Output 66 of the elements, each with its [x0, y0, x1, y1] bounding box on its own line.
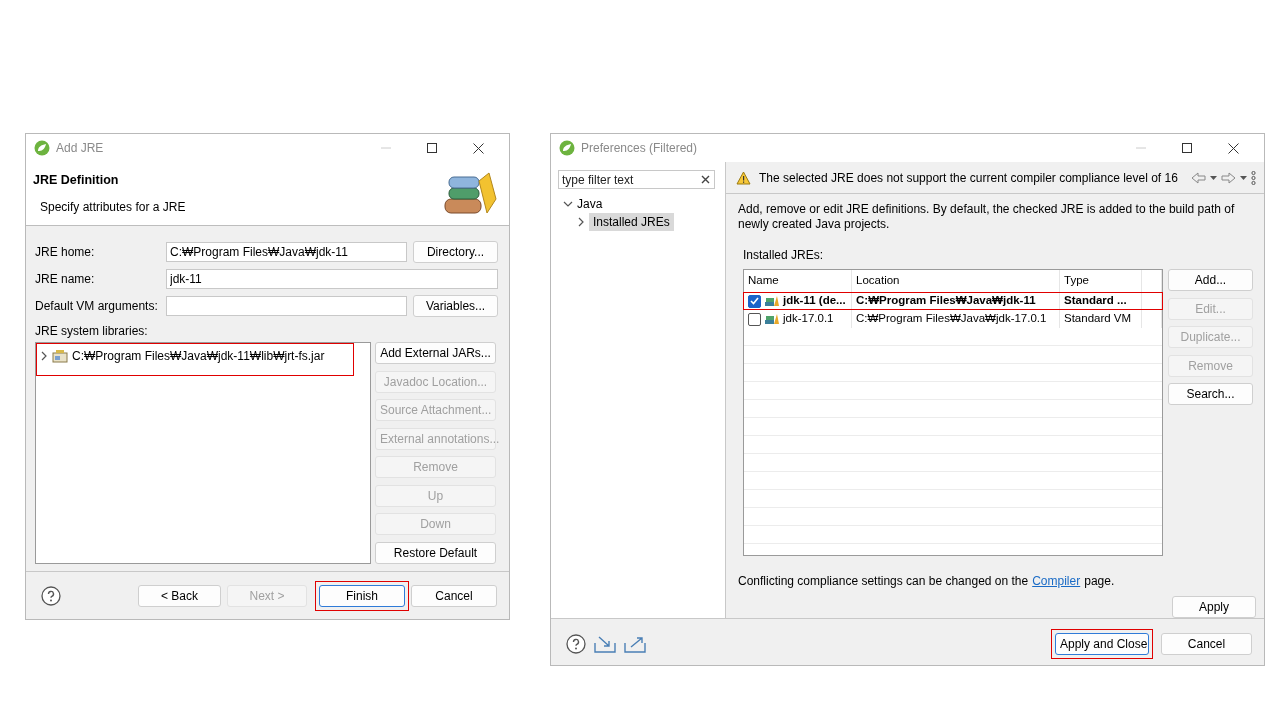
- filter-field[interactable]: type filter text: [558, 170, 715, 189]
- table-cell-text: jdk-17.0.1: [783, 311, 834, 327]
- browse-button[interactable]: Directory...: [413, 240, 498, 263]
- compiler-link[interactable]: Compiler: [1032, 572, 1081, 590]
- table-cell: Standard ...: [1064, 293, 1127, 309]
- column-header[interactable]: Location: [856, 272, 900, 290]
- dialog-button[interactable]: Cancel: [411, 584, 497, 607]
- tree-item[interactable]: Installed JREs: [589, 212, 674, 231]
- warning-icon: [736, 170, 751, 185]
- library-button[interactable]: Restore Default: [375, 541, 496, 564]
- close-icon[interactable]: [472, 142, 484, 154]
- tree-item[interactable]: Java: [577, 194, 603, 213]
- input-field[interactable]: jdk-11: [166, 268, 498, 289]
- dropdown-caret-icon[interactable]: [1210, 175, 1217, 180]
- field-label: JRE name:: [35, 270, 96, 288]
- dialog-button[interactable]: < Back: [138, 584, 221, 607]
- import-icon[interactable]: [594, 635, 616, 653]
- books-icon: [443, 170, 497, 217]
- section-label: JRE system libraries:: [35, 323, 149, 340]
- browse-button[interactable]: Variables...: [413, 294, 498, 317]
- dropdown-caret-icon[interactable]: [1240, 175, 1247, 180]
- table-cell: jdk-11 (de...: [783, 293, 846, 309]
- column-header[interactable]: Type: [1064, 272, 1089, 290]
- note-text: page.: [1084, 573, 1115, 590]
- field-label: Default VM arguments:: [35, 297, 159, 315]
- clear-icon[interactable]: [701, 175, 710, 184]
- section-label: Installed JREs:: [742, 247, 825, 264]
- tree-item[interactable]: C:₩Program Files₩Java₩jdk-11₩lib₩jrt-fs.jar: [72, 347, 325, 365]
- table-cell: C:₩Program Files₩Java₩jdk-11: [856, 293, 1036, 309]
- checkbox[interactable]: [748, 312, 761, 326]
- export-icon[interactable]: [624, 635, 646, 653]
- description: Add, remove or edit JRE definitions. By default, the checked JRE is added to the build path of newly created Java projects.: [738, 202, 1236, 232]
- table-cell-text: Standard VM: [1064, 311, 1132, 327]
- chevron-right-icon[interactable]: [577, 216, 585, 227]
- leaf-logo-icon: [559, 140, 575, 156]
- help-icon[interactable]: [566, 634, 586, 654]
- jre-button[interactable]: Add...: [1168, 269, 1253, 291]
- column-header[interactable]: Name: [748, 272, 779, 290]
- apply-button[interactable]: Apply: [1172, 596, 1256, 618]
- maximize-icon[interactable]: [427, 142, 437, 154]
- window-title: Add JRE: [56, 140, 105, 157]
- dialog-button[interactable]: Cancel: [1161, 633, 1252, 655]
- window-title: Preferences (Filtered): [581, 140, 699, 157]
- close-icon[interactable]: [1227, 142, 1239, 154]
- jar-icon: [52, 349, 68, 363]
- checkbox[interactable]: [748, 294, 761, 308]
- library-button[interactable]: Add External JARs...: [375, 342, 496, 364]
- jdk-books-icon: [764, 295, 780, 307]
- note-text: Conflicting compliance settings can be changed on the: [738, 573, 1029, 590]
- chevron-right-icon[interactable]: [40, 351, 48, 361]
- field-label: JRE home:: [35, 243, 96, 261]
- header-title: JRE Definition: [33, 172, 120, 190]
- chevron-down-icon[interactable]: [563, 199, 573, 208]
- leaf-logo-icon: [34, 140, 50, 156]
- jdk-books-icon: [764, 313, 780, 325]
- more-options-icon[interactable]: [1251, 170, 1256, 185]
- help-icon[interactable]: [41, 585, 61, 606]
- maximize-icon[interactable]: [1182, 142, 1192, 154]
- input-field[interactable]: [166, 295, 407, 316]
- dialog-button[interactable]: Apply and Close: [1055, 633, 1149, 655]
- table-cell-text: C:₩Program Files₩Java₩jdk-17.0.1: [856, 311, 1047, 327]
- input-field[interactable]: C:₩Program Files₩Java₩jdk-11: [166, 241, 407, 262]
- header-subtitle: Specify attributes for a JRE: [39, 198, 187, 216]
- jre-button[interactable]: Search...: [1168, 383, 1253, 405]
- dialog-button[interactable]: Finish: [319, 584, 405, 607]
- warning-message: The selected JRE does not support the current compiler compliance level of 16: [759, 169, 1179, 187]
